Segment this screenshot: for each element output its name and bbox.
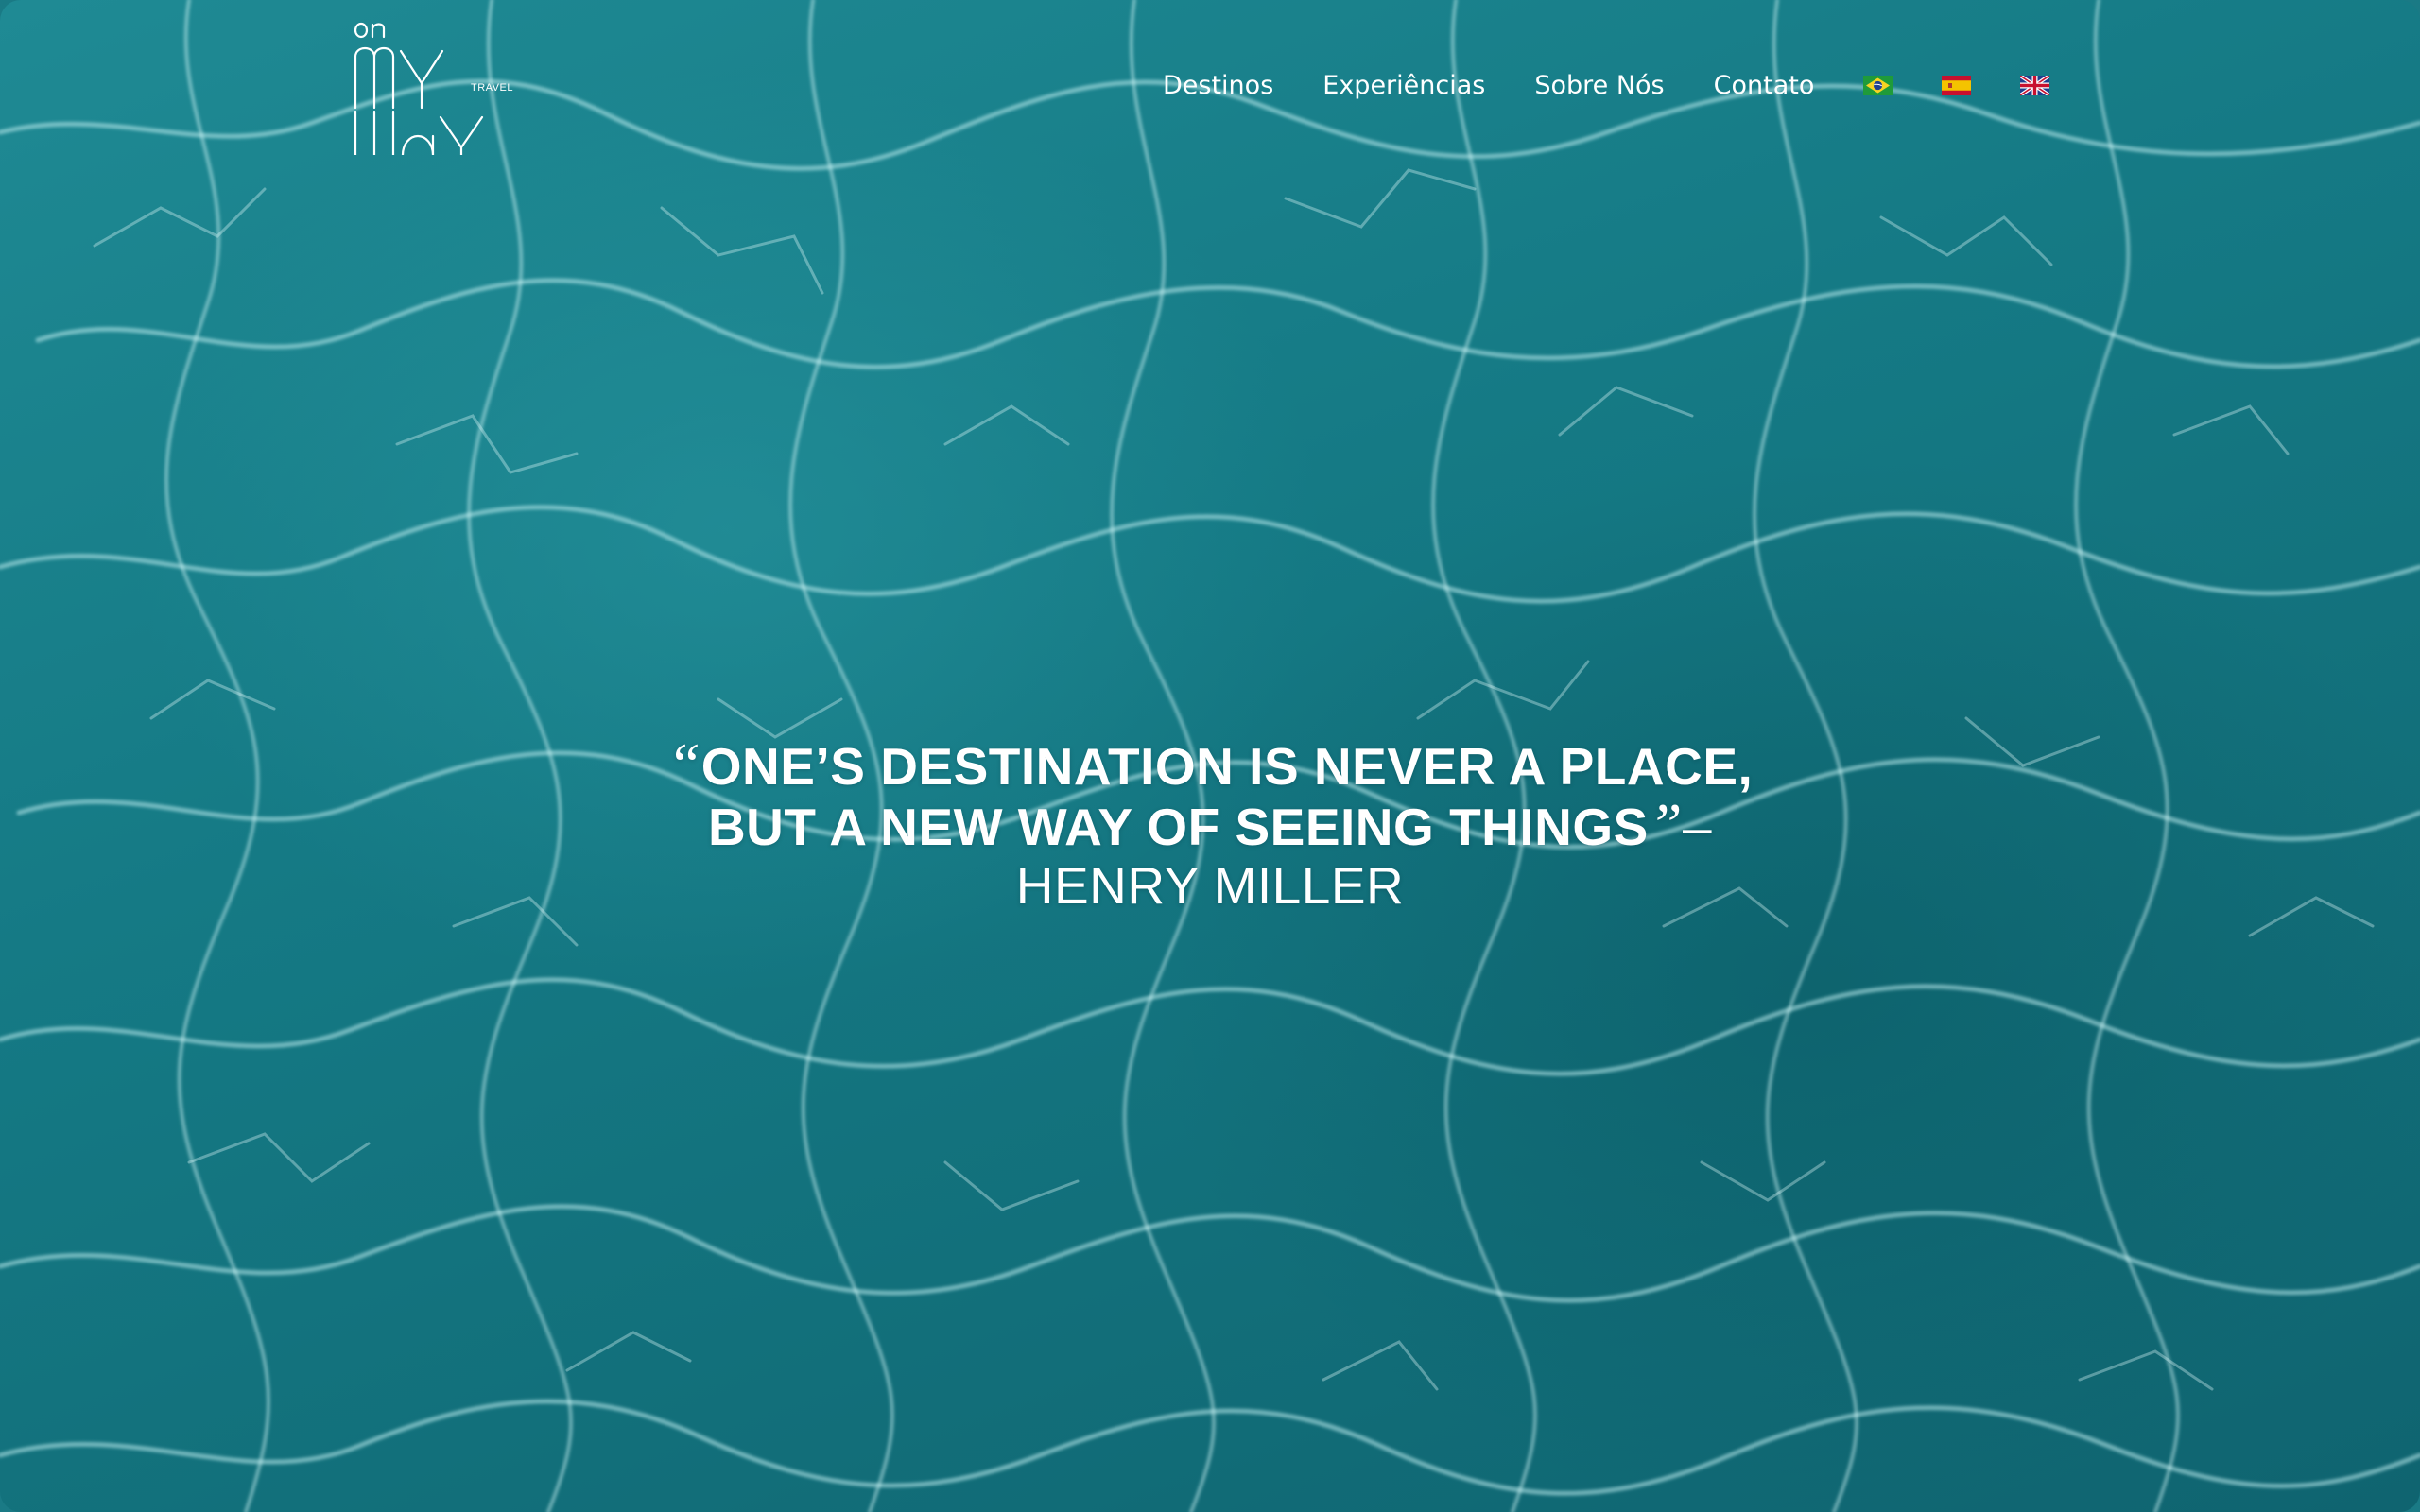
hero-background: TRAVEL Destinos Experiências Sobre Nós C… <box>0 0 2420 1512</box>
nav-destinos-link[interactable]: Destinos <box>1163 71 1273 100</box>
nav-contato-link[interactable]: Contato <box>1714 71 1815 100</box>
quote-text: ONE’S DESTINATION IS NEVER A PLACE, BUT … <box>700 737 1754 856</box>
brazil-flag-icon[interactable] <box>1863 75 1893 95</box>
on-my-way-travel-logo[interactable]: TRAVEL <box>350 13 520 155</box>
hero-quote: “ONE’S DESTINATION IS NEVER A PLACE, BUT… <box>643 734 1777 916</box>
open-quote-mark: “ <box>666 730 701 798</box>
nav-sobre-nos-link[interactable]: Sobre Nós <box>1534 71 1664 100</box>
logo-sub-text: TRAVEL <box>471 82 513 94</box>
main-navigation: Destinos Experiências Sobre Nós Contato <box>1163 64 2050 106</box>
nav-experiencias-link[interactable]: Experiências <box>1322 71 1485 100</box>
spain-flag-icon[interactable] <box>1942 75 1972 95</box>
close-quote-mark: ” <box>1648 791 1683 858</box>
uk-flag-icon[interactable] <box>2020 75 2050 95</box>
